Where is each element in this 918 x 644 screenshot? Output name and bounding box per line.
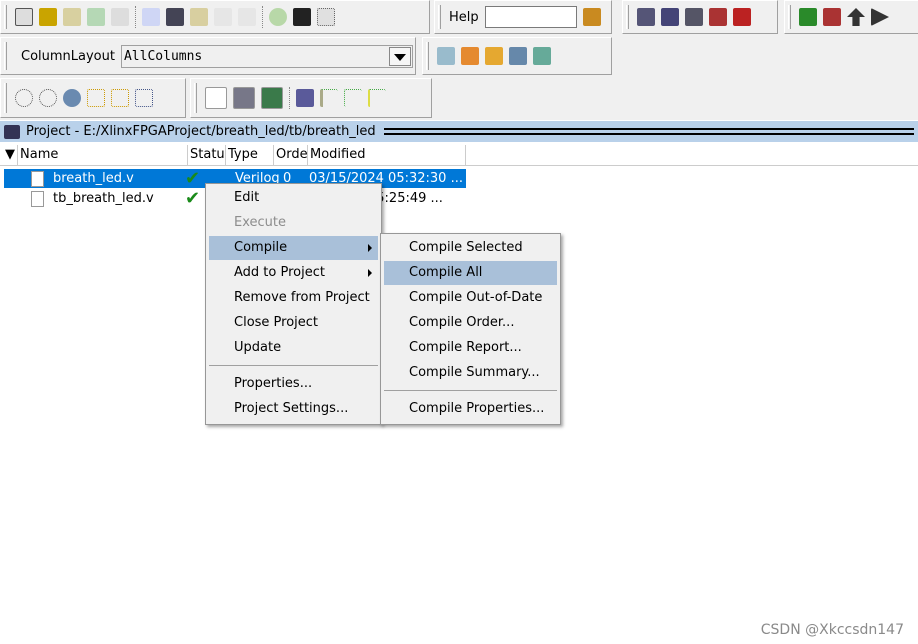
menu-item-project-settings[interactable]: Project Settings... [209, 397, 378, 421]
column-status[interactable]: Status [188, 145, 226, 165]
file-name: tb_breath_led.v [53, 191, 154, 206]
wave-5-icon[interactable] [320, 89, 338, 107]
project-title: Project - E:/XlinxFPGAProject/breath_led… [26, 124, 376, 139]
simulate-toolbar [622, 0, 778, 34]
open-folder-icon[interactable] [39, 8, 57, 26]
menu-item-compile-report[interactable]: Compile Report... [384, 336, 557, 360]
step-toolbar [784, 0, 918, 34]
context-menu: Edit Execute Compile Add to Project Remo… [205, 183, 382, 425]
column-header: ▼ Name Status Type Order Modified [0, 145, 918, 166]
file-name: breath_led.v [53, 171, 134, 186]
standard-toolbar [0, 0, 430, 34]
menu-item-compile-selected[interactable]: Compile Selected [384, 236, 557, 260]
menu-item-add-to-project[interactable]: Add to Project [209, 261, 378, 285]
help-label: Help [449, 9, 479, 25]
layout-3-icon[interactable] [485, 47, 503, 65]
step-icon[interactable] [799, 8, 817, 26]
step-over-icon[interactable] [823, 8, 841, 26]
save-icon[interactable] [63, 8, 81, 26]
wave-6-icon[interactable] [344, 89, 362, 107]
column-layout-toolbar: ColumnLayout AllColumns [0, 37, 416, 75]
sort-menu-icon[interactable]: ▼ [0, 145, 18, 165]
column-modified[interactable]: Modified [308, 145, 466, 165]
menu-item-update[interactable]: Update [209, 336, 378, 360]
new-file-icon[interactable] [15, 8, 33, 26]
column-layout-label: ColumnLayout [21, 48, 115, 64]
run-icon[interactable] [871, 8, 889, 26]
wave-7-icon[interactable] [368, 89, 386, 107]
layout-2-icon[interactable] [461, 47, 479, 65]
cut-icon[interactable] [142, 8, 160, 26]
menu-item-compile-out-of-date[interactable]: Compile Out-of-Date [384, 286, 557, 310]
find-icon[interactable] [293, 8, 311, 26]
break-icon[interactable] [661, 8, 679, 26]
menu-item-close-project[interactable]: Close Project [209, 311, 378, 335]
up-arrow-icon[interactable] [847, 8, 865, 26]
column-name[interactable]: Name [18, 145, 188, 165]
layout-4-icon[interactable] [509, 47, 527, 65]
menu-item-execute[interactable]: Execute [209, 211, 378, 235]
wave-toolbar [190, 78, 432, 118]
print-icon[interactable] [111, 8, 129, 26]
redo-icon[interactable] [238, 8, 256, 26]
menu-item-compile-properties[interactable]: Compile Properties... [384, 397, 557, 421]
title-bar-grip [383, 128, 914, 135]
undo-icon[interactable] [214, 8, 232, 26]
menu-separator [384, 390, 557, 391]
file-icon [31, 190, 44, 207]
menu-item-compile-all[interactable]: Compile All [384, 261, 557, 285]
menu-item-remove-from-project[interactable]: Remove from Project [209, 286, 378, 310]
wave-4-icon[interactable] [296, 89, 314, 107]
cursors-icon[interactable] [111, 89, 129, 107]
watermark: CSDN @Xkccsdn147 [760, 622, 904, 638]
submenu-arrow-icon [368, 269, 372, 277]
zoom-toolbar [0, 78, 186, 118]
menu-item-edit[interactable]: Edit [209, 186, 378, 210]
zoom-in-icon[interactable] [15, 89, 33, 107]
menu-item-compile[interactable]: Compile [209, 236, 378, 260]
paste-icon[interactable] [190, 8, 208, 26]
chevron-down-icon[interactable] [388, 46, 411, 66]
help-search-icon[interactable] [582, 8, 601, 26]
reload-icon[interactable] [87, 8, 105, 26]
column-order[interactable]: Order [274, 145, 308, 165]
cursor-icon[interactable] [87, 89, 105, 107]
column-layout-select[interactable]: AllColumns [120, 44, 413, 68]
column-type[interactable]: Type [226, 145, 274, 165]
zoom-full-icon[interactable] [63, 89, 81, 107]
file-icon [31, 170, 44, 187]
simulate-icon[interactable] [637, 8, 655, 26]
zoom-region-icon[interactable] [135, 89, 153, 107]
menu-item-properties[interactable]: Properties... [209, 372, 378, 396]
submenu-arrow-icon [368, 244, 372, 252]
help-search-input[interactable] [484, 6, 577, 28]
menu-item-add-label: Add to Project [234, 265, 325, 280]
menu-item-compile-summary[interactable]: Compile Summary... [384, 361, 557, 385]
wave-3-icon[interactable] [261, 87, 283, 109]
layout-toolbar [422, 37, 612, 75]
restart-icon[interactable] [709, 8, 727, 26]
copy-icon[interactable] [166, 8, 184, 26]
format-icon[interactable] [317, 8, 335, 26]
project-icon [4, 124, 20, 139]
help-toolbar: Help [434, 0, 612, 34]
compile-icon[interactable] [269, 8, 287, 26]
menu-separator [209, 365, 378, 366]
layout-5-icon[interactable] [533, 47, 551, 65]
layout-1-icon[interactable] [437, 47, 455, 65]
column-layout-value: AllColumns [123, 48, 203, 64]
project-title-bar: Project - E:/XlinxFPGAProject/breath_led… [0, 121, 918, 142]
calendar-icon[interactable] [685, 8, 703, 26]
menu-item-compile-label: Compile [234, 240, 288, 255]
wave-1-icon[interactable] [205, 87, 227, 109]
compile-submenu: Compile Selected Compile All Compile Out… [380, 233, 561, 425]
menu-item-compile-order[interactable]: Compile Order... [384, 311, 557, 335]
end-simulation-icon[interactable] [733, 8, 751, 26]
wave-2-icon[interactable] [233, 87, 255, 109]
zoom-out-icon[interactable] [39, 89, 57, 107]
